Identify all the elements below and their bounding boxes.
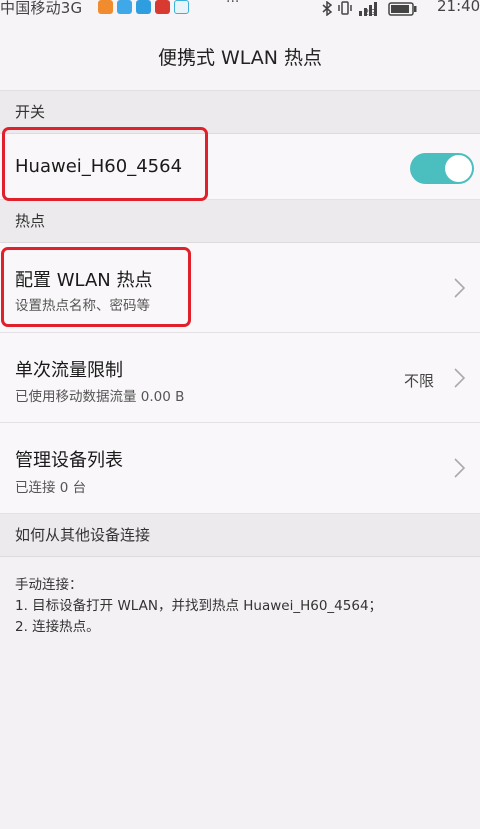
hotspot-toggle[interactable]	[410, 153, 474, 184]
app-icon	[155, 0, 170, 14]
data-limit-title: 单次流量限制	[15, 360, 123, 381]
chevron-right-icon	[454, 278, 466, 298]
chevron-right-icon	[454, 368, 466, 388]
instructions-heading: 手动连接：	[15, 577, 83, 593]
vibrate-icon	[338, 1, 352, 15]
page-title: 便携式 WLAN 热点	[157, 47, 323, 69]
annotation-box-hotspot-name	[2, 127, 208, 201]
section-header-connect: 如何从其他设备连接	[0, 514, 480, 557]
title-bar: 便携式 WLAN 热点	[0, 18, 480, 91]
manage-devices-title: 管理设备列表	[15, 450, 123, 471]
bluetooth-icon	[322, 1, 333, 16]
cmcc-icon	[174, 0, 189, 14]
chevron-right-icon	[454, 458, 466, 478]
manage-devices-subtitle: 已连接 0 台	[15, 480, 87, 496]
section-header-hotspot: 热点	[0, 200, 480, 243]
instructions-step-1: 1. 目标设备打开 WLAN，并找到热点 Huawei_H60_4564；	[15, 598, 383, 614]
data-limit-subtitle: 已使用移动数据流量 0.00 B	[15, 389, 185, 405]
section-label-switch: 开关	[15, 103, 46, 121]
connect-instructions: 手动连接： 1. 目标设备打开 WLAN，并找到热点 Huawei_H60_45…	[15, 575, 382, 638]
annotation-box-configure	[1, 247, 191, 327]
carrier-label: 中国移动3G	[0, 0, 83, 17]
qq-icon	[117, 0, 132, 14]
section-label-connect: 如何从其他设备连接	[15, 526, 151, 544]
data-limit-row[interactable]: 单次流量限制 已使用移动数据流量 0.00 B 不限	[0, 333, 480, 423]
section-label-hotspot: 热点	[15, 212, 46, 230]
instructions-step-2: 2. 连接热点。	[15, 619, 100, 635]
network-type: 2G	[364, 8, 376, 17]
notification-icons	[98, 0, 189, 14]
overflow-dots: ···	[226, 0, 240, 10]
battery-icon	[388, 1, 417, 16]
system-icons: 2G	[322, 0, 418, 17]
clock: 21:40	[437, 0, 480, 15]
chat-icon	[136, 0, 151, 14]
toggle-knob	[445, 155, 472, 182]
status-bar: 中国移动3G ··· 2G 21:40	[0, 0, 480, 18]
data-limit-value: 不限	[403, 372, 434, 390]
weibo-icon	[98, 0, 113, 14]
manage-devices-row[interactable]: 管理设备列表 已连接 0 台	[0, 423, 480, 514]
